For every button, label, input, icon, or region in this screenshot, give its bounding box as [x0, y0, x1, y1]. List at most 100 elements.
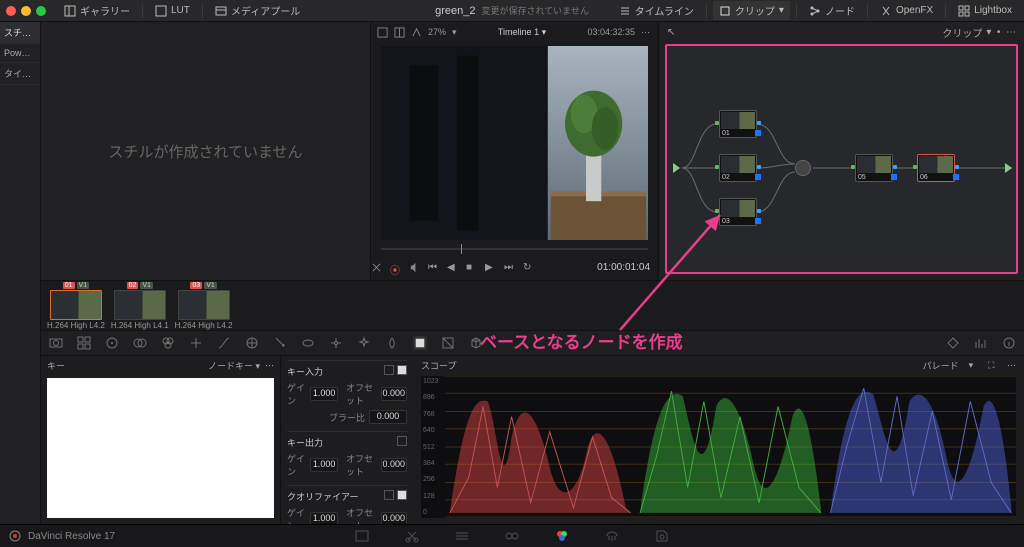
key-out-gain[interactable]: 1.000	[310, 458, 338, 472]
qualifier-icon[interactable]	[273, 336, 287, 350]
clip-thumb-3[interactable]: 03V1H.264 High L4.2	[175, 282, 233, 330]
key-icon[interactable]	[413, 336, 427, 350]
graph-output-icon	[1005, 163, 1012, 173]
keyframes-icon[interactable]	[946, 336, 960, 350]
highlight-icon[interactable]	[411, 27, 422, 38]
window-controls[interactable]	[6, 6, 46, 16]
node-graph-title[interactable]: クリップ	[942, 25, 982, 40]
qual-invert-icon[interactable]	[384, 490, 394, 500]
zoom-value[interactable]: 27%	[428, 27, 446, 37]
node-06[interactable]: 06	[917, 154, 955, 182]
media-page-icon[interactable]	[354, 528, 370, 544]
nodes-button[interactable]: ノード	[803, 1, 861, 20]
magic-mask-icon[interactable]	[357, 336, 371, 350]
matte-invert-icon[interactable]	[384, 365, 394, 375]
fusion-page-icon[interactable]	[504, 528, 520, 544]
close-icon[interactable]	[6, 6, 16, 16]
clip-thumb-1[interactable]: 01V1H.264 High L4.2	[47, 282, 105, 330]
chevron-down-icon[interactable]: ▾	[452, 27, 457, 38]
key-out-offset[interactable]: 0.000	[381, 458, 407, 472]
mute-icon[interactable]	[409, 262, 420, 273]
minimize-icon[interactable]	[21, 6, 31, 16]
color-page-icon[interactable]	[554, 528, 570, 544]
key-input-title: キー入力	[287, 365, 323, 378]
window-icon[interactable]	[301, 336, 315, 350]
tab-stills[interactable]: スチ…	[0, 22, 40, 44]
mediapool-button[interactable]: メディアプール	[209, 1, 306, 20]
playhead[interactable]	[461, 244, 462, 254]
parade-scope[interactable]: 10238967686405123842561280	[421, 376, 1016, 518]
viewer-image[interactable]	[381, 46, 648, 240]
page-tabs: DaVinci Resolve 17	[0, 524, 1024, 547]
gallery-icon	[64, 5, 76, 17]
play-icon[interactable]: ▶	[485, 262, 496, 273]
loop-icon[interactable]: ↻	[523, 262, 534, 273]
edit-page-icon[interactable]	[454, 528, 470, 544]
lightbox-icon	[958, 5, 970, 17]
tracking-icon[interactable]	[329, 336, 343, 350]
motion-effects-icon[interactable]	[189, 336, 203, 350]
reverse-icon[interactable]: ◀	[447, 262, 458, 273]
clip-button[interactable]: クリップ▾	[713, 1, 790, 20]
scope-mode[interactable]: パレード	[923, 359, 959, 372]
cut-page-icon[interactable]	[404, 528, 420, 544]
qual-mask-icon[interactable]	[397, 490, 407, 500]
node-03[interactable]: 03	[719, 198, 757, 226]
curves-icon[interactable]	[217, 336, 231, 350]
key-in-blur[interactable]: 0.000	[369, 410, 407, 424]
fx-icon	[880, 5, 892, 17]
node-graph-area[interactable]: 01 02 03 05 06	[665, 44, 1018, 274]
clip-thumb-2[interactable]: 02V1H.264 High L4.1	[111, 282, 169, 330]
key-in-offset[interactable]: 0.000	[381, 387, 407, 401]
node-01[interactable]: 01	[719, 110, 757, 138]
blur-icon[interactable]	[385, 336, 399, 350]
gallery-button[interactable]: ギャラリー	[58, 1, 136, 20]
nodes-label: ノード	[825, 3, 855, 18]
next-clip-icon[interactable]: ⏭	[504, 262, 515, 273]
node-05[interactable]: 05	[855, 154, 893, 182]
timeline-dropdown[interactable]: Timeline 1	[498, 27, 539, 37]
stills-empty-message: スチルが作成されていません	[108, 141, 302, 162]
key-in-gain[interactable]: 1.000	[310, 387, 338, 401]
deliver-page-icon[interactable]	[654, 528, 670, 544]
tab-powergrade[interactable]: Pow…	[0, 44, 40, 63]
image-wipe-icon[interactable]	[377, 27, 388, 38]
key-mode[interactable]: ノードキー	[208, 361, 253, 371]
scopes-icon[interactable]	[974, 336, 988, 350]
node-editor: ↖ クリップ ▾ • ⋯	[659, 22, 1024, 280]
color-wheels-icon[interactable]	[105, 336, 119, 350]
clip-label: クリップ	[735, 3, 775, 18]
rgb-mixer-icon[interactable]	[161, 336, 175, 350]
mediapool-label: メディアプール	[231, 3, 300, 18]
fairlight-page-icon[interactable]	[604, 528, 620, 544]
parallel-mixer-icon[interactable]	[795, 160, 811, 176]
timeline-button[interactable]: タイムライン	[613, 1, 700, 20]
hdr-wheels-icon[interactable]	[133, 336, 147, 350]
out-invert-icon[interactable]	[397, 436, 407, 446]
tab-timeline[interactable]: タイ…	[0, 63, 40, 85]
bypass-icon[interactable]: ⦿	[390, 262, 401, 273]
zoom-icon[interactable]	[36, 6, 46, 16]
prev-clip-icon[interactable]: ⏮	[428, 262, 439, 273]
left-tab-column: スチ… Pow… タイ…	[0, 22, 41, 524]
stop-icon[interactable]: ■	[466, 262, 477, 273]
lut-button[interactable]: LUT	[149, 3, 196, 19]
expand-icon[interactable]: ⛶	[988, 360, 994, 371]
unmix-icon[interactable]	[371, 262, 382, 273]
matte-mask-icon[interactable]	[397, 365, 407, 375]
play-timecode: 01:00:01:04	[597, 262, 658, 273]
info-icon[interactable]	[1002, 336, 1016, 350]
lut-label: LUT	[171, 5, 190, 16]
key-panel: キーノードキー ▾ ⋯ キー入力 ゲイン1.000 オフセット0.000 ブラー…	[41, 356, 413, 524]
color-warper-icon[interactable]	[245, 336, 259, 350]
lightbox-button[interactable]: Lightbox	[952, 3, 1018, 19]
3d-icon[interactable]	[469, 336, 483, 350]
options-icon[interactable]: ⋯	[641, 27, 652, 38]
camera-raw-icon[interactable]	[49, 336, 63, 350]
color-checker-icon[interactable]	[77, 336, 91, 350]
node-02[interactable]: 02	[719, 154, 757, 182]
sizing-icon[interactable]	[441, 336, 455, 350]
pointer-icon[interactable]: ↖	[667, 27, 675, 38]
openfx-button[interactable]: OpenFX	[874, 3, 939, 19]
split-icon[interactable]	[394, 27, 405, 38]
